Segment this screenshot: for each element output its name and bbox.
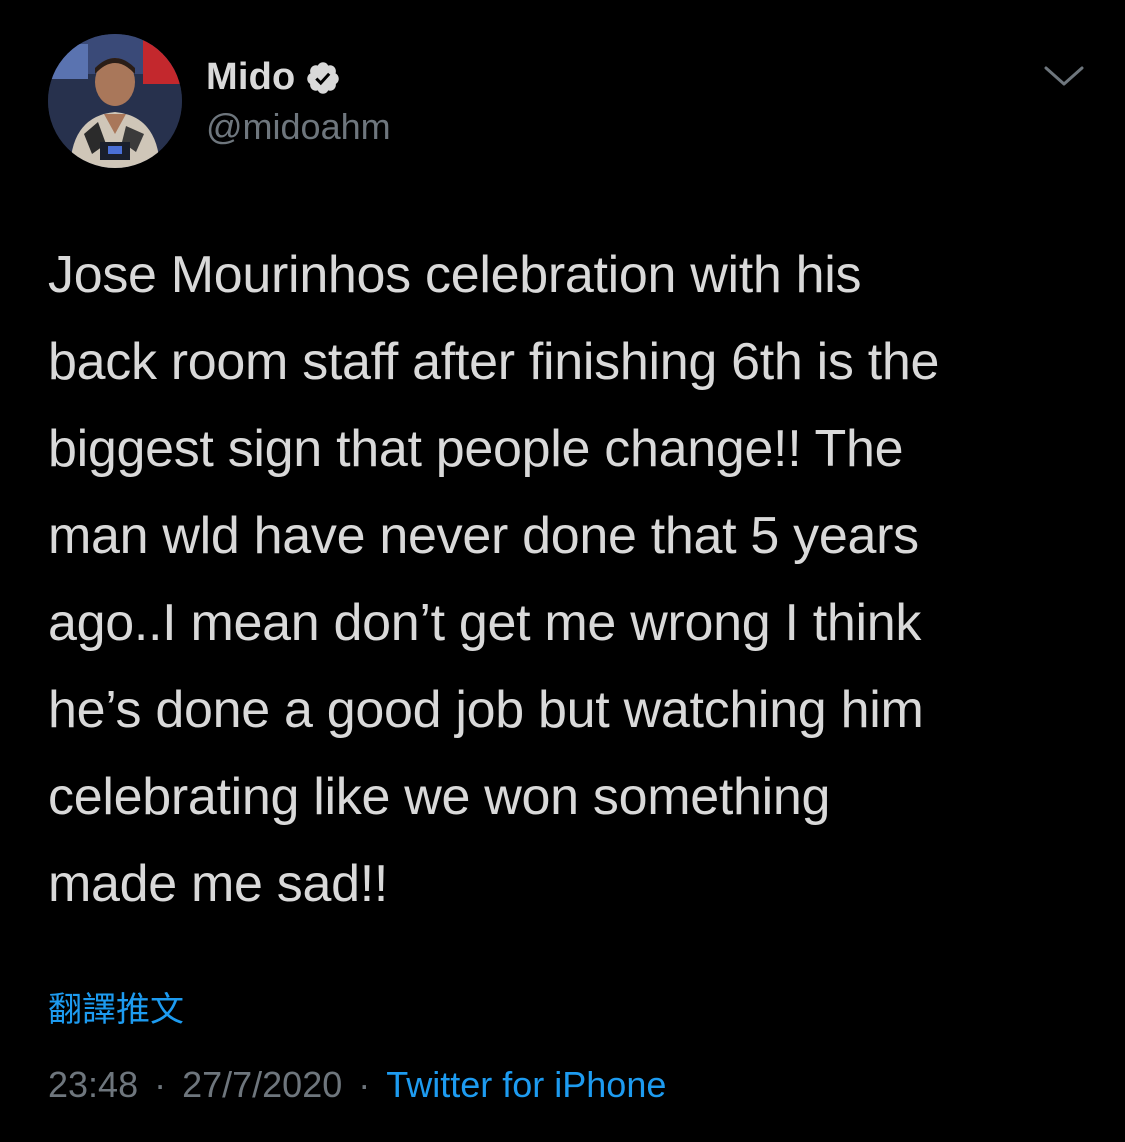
- author-handle[interactable]: @midoahm: [206, 106, 391, 148]
- translate-tweet-link[interactable]: 翻譯推文: [48, 982, 184, 1031]
- tweet-meta: 23:48 · 27/7/2020 · Twitter for iPhone: [48, 1064, 666, 1106]
- chevron-down-icon[interactable]: [1042, 62, 1086, 92]
- verified-badge-icon: [305, 60, 341, 96]
- author-name-row[interactable]: Mido: [206, 56, 341, 99]
- separator-dot: ·: [358, 1064, 371, 1105]
- separator-dot: ·: [154, 1064, 167, 1105]
- tweet-detail: Mido @midoahm Jose Mourinhos celebration…: [0, 0, 1125, 1142]
- tweet-date[interactable]: 27/7/2020: [182, 1064, 342, 1106]
- avatar[interactable]: [48, 34, 182, 168]
- tweet-text: Jose Mourinhos celebration with his back…: [48, 246, 940, 913]
- tweet-source-link[interactable]: Twitter for iPhone: [386, 1064, 666, 1106]
- display-name[interactable]: Mido: [206, 56, 295, 99]
- tweet-time[interactable]: 23:48: [48, 1064, 138, 1106]
- avatar-image: [48, 34, 182, 168]
